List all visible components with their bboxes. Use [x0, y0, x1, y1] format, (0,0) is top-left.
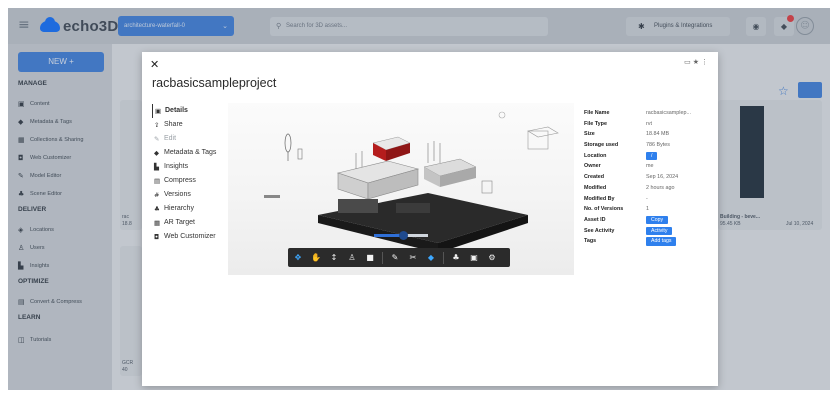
explode-model-icon[interactable]: ◆: [425, 252, 437, 264]
tag-icon: ◆: [154, 149, 159, 157]
tab-details[interactable]: ▣ Details: [152, 104, 228, 118]
star-icon[interactable]: ★: [693, 58, 701, 66]
property-key: File Name: [584, 110, 610, 116]
tab-share[interactable]: ⇪ Share: [152, 118, 228, 132]
property-row: Location /: [584, 151, 710, 162]
property-key: Modified By: [584, 195, 615, 202]
tab-edit: ✎ Edit: [152, 132, 228, 146]
tab-web-customizer[interactable]: ◘ Web Customizer: [152, 230, 228, 244]
more-icon[interactable]: ⋮: [701, 58, 710, 66]
settings-gear-icon[interactable]: ⚙: [486, 252, 498, 264]
glasses-icon: ◘: [154, 233, 160, 241]
pan-hand-icon[interactable]: ✋: [310, 252, 322, 264]
asset-detail-modal: ✕ ▭★⋮ racbasicsampleproject ▣ Details ⇪ Sh…: [142, 52, 718, 386]
property-action-button[interactable]: Activity: [646, 226, 673, 236]
property-row: Created Sep 16, 2024: [584, 172, 710, 183]
property-value: rvt: [646, 120, 652, 127]
property-value: -: [646, 195, 648, 202]
tab-ar-target[interactable]: ▦ AR Target: [152, 216, 228, 230]
file-properties: File Name racbasicsamplep... File Type rvt S…: [584, 108, 710, 247]
share-icon: ⇪: [154, 121, 160, 129]
details-icon: ▣: [155, 107, 162, 115]
property-key: No. of Versions: [584, 206, 624, 213]
property-value: 786 Bytes: [646, 142, 670, 149]
property-key: Modified: [584, 184, 607, 191]
property-row: Storage used 786 Bytes: [584, 140, 710, 151]
tab-compress[interactable]: ▤ Compress: [152, 174, 228, 188]
toolbar-divider: [382, 251, 383, 264]
versions-icon: #: [154, 191, 160, 199]
edit-icon: ✎: [154, 135, 160, 143]
property-action-button[interactable]: Add tags: [646, 237, 677, 246]
property-row: File Name racbasicsamplep...: [584, 108, 710, 119]
close-icon[interactable]: ✕: [150, 58, 159, 71]
tab-versions[interactable]: # Versions: [152, 188, 228, 202]
tab-insights[interactable]: ▙ Insights: [152, 160, 228, 174]
property-row: See Activity Activity: [584, 226, 710, 237]
property-row: No. of Versions 1: [584, 204, 710, 215]
viewer-toolbar: ✥ ✋ ↕ ♙ ■ ✎ ✂ ◆ ♣ ▣ ⚙: [288, 248, 510, 267]
property-row: Size 18.84 MB: [584, 129, 710, 140]
property-value: 1: [646, 206, 649, 213]
model-browser-icon[interactable]: ♣: [450, 252, 462, 264]
walk-person-icon[interactable]: ♙: [346, 252, 358, 264]
property-row: Modified By -: [584, 194, 710, 205]
property-value: racbasicsamplep...: [646, 110, 691, 116]
property-key: See Activity: [584, 227, 615, 234]
property-key: Location: [584, 152, 607, 159]
measure-icon[interactable]: ✎: [389, 252, 401, 264]
property-value: me: [646, 163, 654, 170]
property-row: Asset ID Copy: [584, 215, 710, 226]
property-value: 2 hours ago: [646, 184, 675, 191]
modal-title: racbasicsampleproject: [152, 76, 277, 90]
hierarchy-icon: ♣: [154, 205, 160, 213]
property-key: Asset ID: [584, 216, 606, 223]
property-row: Tags Add tags: [584, 236, 710, 247]
property-key: Owner: [584, 163, 601, 170]
orbit-icon[interactable]: ✥: [292, 252, 304, 264]
property-value: Sep 16, 2024: [646, 174, 679, 181]
property-row: Modified 2 hours ago: [584, 183, 710, 194]
property-row: File Type rvt: [584, 119, 710, 130]
compress-icon: ▤: [154, 177, 161, 185]
properties-icon[interactable]: ▣: [468, 252, 480, 264]
3d-viewer[interactable]: ✥ ✋ ↕ ♙ ■ ✎ ✂ ◆ ♣ ▣ ⚙: [228, 103, 574, 275]
tab-metadata[interactable]: ◆ Metadata & Tags: [152, 146, 228, 160]
ar-target-icon: ▦: [154, 219, 161, 227]
property-key: Storage used: [584, 142, 619, 149]
property-row: Owner me: [584, 161, 710, 172]
property-action-button[interactable]: /: [646, 151, 658, 161]
property-key: Created: [584, 174, 605, 181]
section-cut-icon[interactable]: ✂: [407, 252, 419, 264]
vertical-move-icon[interactable]: ↕: [328, 252, 340, 264]
comment-icon[interactable]: ▭: [684, 58, 693, 66]
modal-actions: ▭★⋮: [684, 58, 710, 66]
app-window: ≡ echo3D architecture-waterfall-0 ⌄ ⚲ Se…: [8, 8, 830, 390]
property-key: File Type: [584, 120, 607, 127]
property-key: Size: [584, 131, 595, 138]
property-key: Tags: [584, 238, 597, 245]
zoom-slider[interactable]: [374, 231, 428, 240]
toolbar-divider: [443, 251, 444, 264]
camera-icon[interactable]: ■: [364, 252, 376, 264]
tab-hierarchy[interactable]: ♣ Hierarchy: [152, 202, 228, 216]
detail-tabs: ▣ Details ⇪ Share ✎ Edit ◆ Metadata & Tags ▙…: [152, 104, 228, 244]
insights-icon: ▙: [154, 163, 159, 171]
property-action-button[interactable]: Copy: [646, 215, 669, 225]
property-value: 18.84 MB: [646, 131, 670, 138]
